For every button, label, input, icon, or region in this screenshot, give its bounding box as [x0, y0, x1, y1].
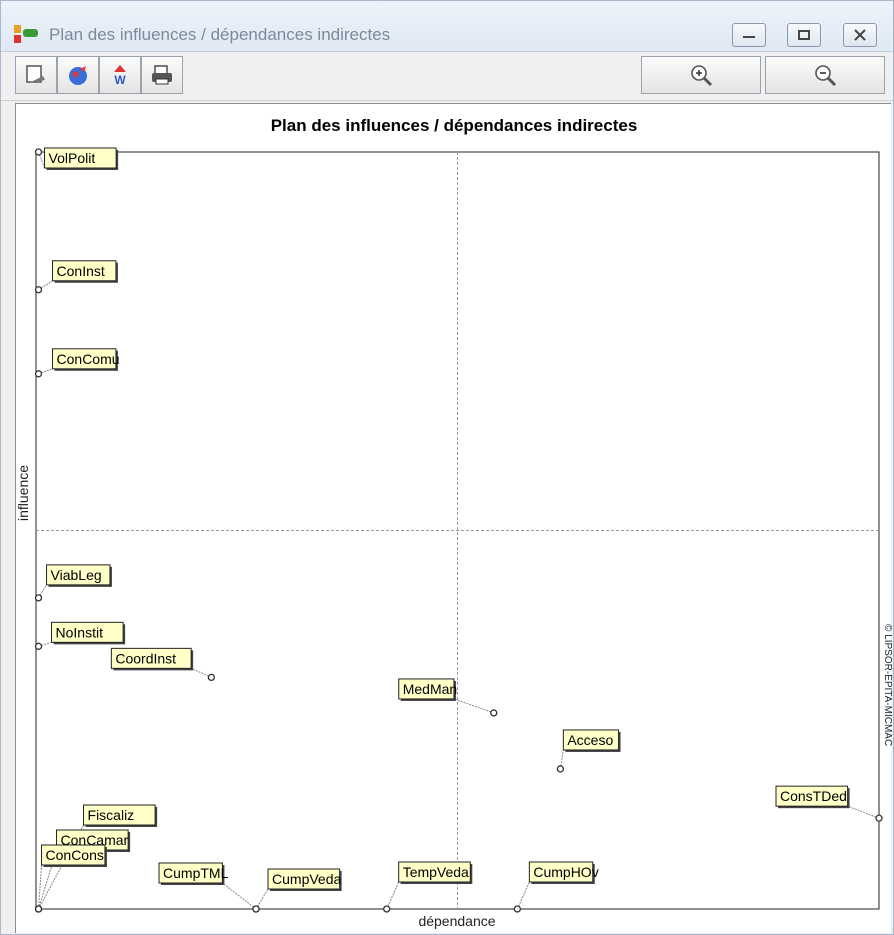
point-label: NoInstit	[56, 624, 104, 640]
chart-canvas: Plan des influences / dépendances indire…	[15, 103, 892, 933]
data-point-group[interactable]: ConCamar	[34, 829, 131, 913]
data-point-group[interactable]: ConInst	[34, 260, 118, 294]
data-point-group[interactable]: CumpHOv	[513, 861, 599, 913]
data-point[interactable]	[556, 765, 564, 773]
globe-icon	[69, 66, 87, 85]
point-label: ConCons	[46, 847, 104, 863]
point-label: CumpTML	[163, 865, 229, 881]
print-button[interactable]	[141, 56, 183, 94]
data-point[interactable]	[34, 905, 43, 913]
leader-line	[386, 881, 400, 910]
data-point[interactable]	[34, 370, 43, 378]
y-axis-label: influence	[16, 465, 31, 521]
point-label: CoordInst	[115, 650, 176, 666]
data-point[interactable]	[34, 594, 43, 602]
data-point-group[interactable]: CumpTML	[158, 862, 260, 913]
app-window: Plan des influences / dépendances indire…	[0, 0, 894, 935]
point-label: CumpVeda	[272, 871, 341, 887]
data-point[interactable]	[207, 673, 215, 682]
data-point[interactable]	[513, 905, 522, 913]
point-label: Acceso	[567, 732, 613, 748]
close-button[interactable]	[843, 23, 877, 47]
data-point[interactable]	[34, 148, 43, 156]
data-point[interactable]	[34, 642, 43, 650]
data-point[interactable]	[490, 709, 498, 717]
print-icon	[152, 65, 172, 85]
data-point[interactable]	[875, 814, 883, 822]
maximize-button[interactable]	[787, 23, 821, 47]
minimize-icon	[743, 36, 755, 38]
data-point-group[interactable]: CumpVeda	[252, 868, 342, 913]
data-point-group[interactable]: CoordInst	[110, 647, 215, 682]
leader-line	[847, 805, 880, 819]
data-point-group[interactable]: VolPolit	[34, 147, 119, 170]
data-point-group[interactable]: ConsTDed	[775, 785, 883, 822]
scatter-plot: dépendance influence © LIPSOR-EPITA-MICM…	[16, 147, 892, 929]
data-point[interactable]	[252, 905, 260, 913]
close-icon	[854, 29, 866, 41]
point-label: ConsTDed	[780, 788, 847, 804]
data-point-group[interactable]: NoInstit	[34, 621, 126, 650]
point-label: VolPolit	[49, 150, 96, 166]
point-label: Fiscaliz	[88, 807, 135, 823]
title-bar[interactable]: Plan des influences / dépendances indire…	[1, 1, 893, 52]
data-point-group[interactable]: TempVeda	[383, 861, 473, 913]
point-label: CumpHOv	[533, 864, 598, 880]
point-label: MedMan	[403, 681, 457, 697]
data-point-group[interactable]: ConComu	[34, 348, 120, 378]
data-point[interactable]	[34, 286, 43, 294]
globe-button[interactable]	[57, 56, 99, 94]
app-icon	[14, 25, 38, 43]
data-point-group[interactable]: ViabLeg	[34, 564, 112, 602]
palette-button[interactable]: W	[99, 56, 141, 94]
data-point-group[interactable]: MedMan	[398, 678, 498, 717]
window-title: Plan des influences / dépendances indire…	[49, 25, 391, 44]
point-label: TempVeda	[403, 864, 469, 880]
leader-line	[453, 698, 494, 714]
zoom-in-button[interactable]	[641, 56, 761, 94]
copy-button[interactable]	[15, 56, 57, 94]
credit-text: © LIPSOR-EPITA-MICMAC	[882, 624, 892, 746]
point-label: ConInst	[57, 263, 105, 279]
minimize-button[interactable]	[732, 23, 766, 47]
svg-text:W: W	[114, 73, 126, 87]
data-point[interactable]	[383, 905, 391, 913]
leader-line	[516, 881, 530, 910]
point-label: ConComu	[57, 351, 120, 367]
color-palette-icon: W	[114, 65, 126, 87]
leader-line	[222, 882, 257, 910]
data-point-group[interactable]: Acceso	[556, 729, 621, 773]
point-label: ViabLeg	[51, 567, 102, 583]
maximize-icon	[798, 30, 810, 40]
zoom-out-icon	[815, 65, 837, 87]
zoom-in-icon	[691, 65, 713, 87]
zoom-out-button[interactable]	[765, 56, 885, 94]
toolbar: W	[1, 52, 893, 101]
x-axis-label: dépendance	[418, 913, 495, 929]
data-point-group[interactable]: ConCons	[34, 844, 107, 913]
copy-icon	[26, 65, 45, 83]
